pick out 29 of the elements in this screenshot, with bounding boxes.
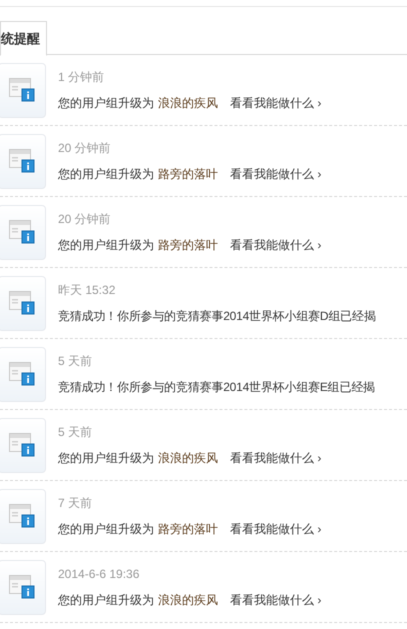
user-group-name: 浪浪的疾风 — [158, 95, 218, 112]
notice-time: 1 分钟前 — [58, 69, 106, 86]
notice-time: 5 天前 — [58, 353, 94, 370]
what-can-i-do-link[interactable]: 看看我能做什么 › — [230, 591, 322, 609]
what-can-i-do-link[interactable]: 看看我能做什么 › — [230, 94, 322, 112]
notice-time: 20 分钟前 — [58, 211, 112, 228]
user-group-name: 浪浪的疾风 — [158, 592, 218, 609]
what-can-i-do-link[interactable]: 看看我能做什么 › — [230, 449, 322, 467]
notice-message: 您的用户组升级为 — [58, 592, 154, 609]
tab[interactable]: 统提醒 — [0, 21, 47, 56]
user-group-name: 路旁的落叶 — [158, 166, 218, 183]
notice-time: 20 分钟前 — [58, 140, 112, 157]
notice-message: 您的用户组升级为 — [58, 450, 154, 467]
notice-message: 竞猜成功！你所参与的竞猜赛事2014世界杯小组赛D组已经揭 — [58, 308, 376, 325]
what-can-i-do-link[interactable]: 看看我能做什么 › — [230, 236, 322, 254]
user-group-name: 路旁的落叶 — [158, 237, 218, 254]
notice-message: 您的用户组升级为 — [58, 237, 154, 254]
notice-message: 您的用户组升级为 — [58, 95, 154, 112]
what-can-i-do-link[interactable]: 看看我能做什么 › — [230, 165, 322, 183]
notice-time: 2014-6-6 19:36 — [58, 566, 140, 583]
user-group-name: 路旁的落叶 — [158, 521, 218, 538]
notice-message: 竞猜成功！你所参与的竞猜赛事2014世界杯小组赛E组已经揭 — [58, 379, 375, 396]
what-can-i-do-link[interactable]: 看看我能做什么 › — [230, 520, 322, 538]
notice-time: 5 天前 — [58, 424, 94, 441]
notice-time: 昨天 15:32 — [58, 282, 116, 299]
notice-message: 您的用户组升级为 — [58, 166, 154, 183]
notice-message: 您的用户组升级为 — [58, 521, 154, 538]
notice-time: 7 天前 — [58, 495, 94, 512]
user-group-name: 浪浪的疾风 — [158, 450, 218, 467]
